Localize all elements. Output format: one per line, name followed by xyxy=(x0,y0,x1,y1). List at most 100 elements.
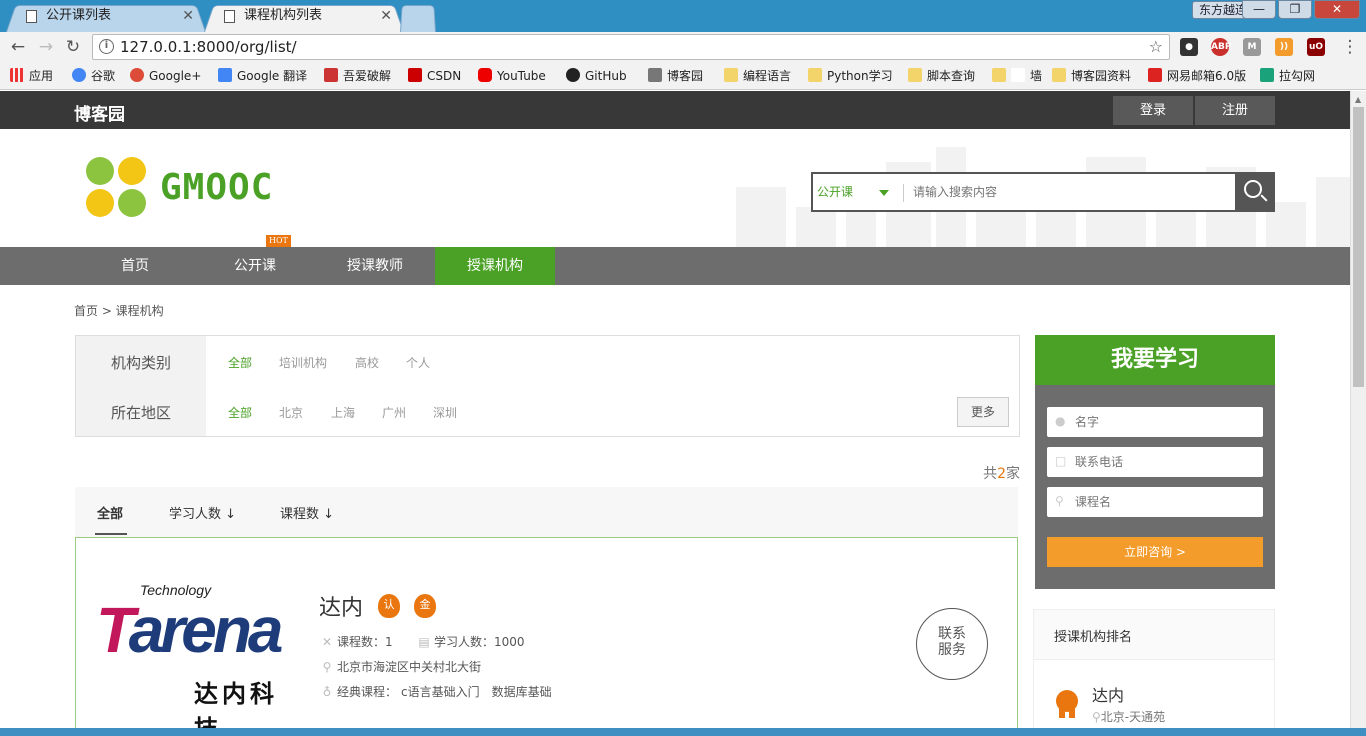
bookmark-folder-cnblogs[interactable]: 博客园资料 xyxy=(1052,68,1131,86)
more-button[interactable]: 更多 xyxy=(957,397,1009,427)
bookmark-github[interactable]: GitHub xyxy=(566,68,627,86)
bookmark-netease-mail[interactable]: 网易邮箱6.0版 xyxy=(1148,68,1246,86)
logo-text[interactable]: GMOOC xyxy=(160,167,273,208)
ranking-org-address: ⚲北京-天通苑 xyxy=(1092,708,1165,725)
bookmark-star-icon[interactable]: ☆ xyxy=(1149,37,1163,56)
search-input[interactable] xyxy=(913,182,1233,202)
rss-extension-icon[interactable]: )) xyxy=(1275,38,1293,56)
contact-line: 服务 xyxy=(938,642,966,658)
gmooc-logo-icon[interactable] xyxy=(86,157,146,217)
sort-by-students[interactable]: 学习人数 ↓ xyxy=(169,503,236,522)
bookmark-folder-python[interactable]: Python学习 xyxy=(808,68,893,86)
bookmark-folder-scripts[interactable]: 脚本查询 xyxy=(908,68,975,86)
consult-now-button[interactable]: 立即咨询 > xyxy=(1047,537,1263,567)
filter-category-individual[interactable]: 个人 xyxy=(406,354,430,371)
tab-org-list[interactable]: 课程机构列表 ✕ xyxy=(204,2,404,32)
bookmark-apps[interactable]: 应用 xyxy=(10,68,53,86)
phone-input[interactable] xyxy=(1075,452,1255,472)
login-button[interactable]: 登录 xyxy=(1113,96,1193,125)
scroll-up-icon[interactable]: ▲ xyxy=(1355,95,1361,104)
bookmark-youtube[interactable]: YouTube xyxy=(478,68,546,86)
course-field[interactable]: ⚲ xyxy=(1047,487,1263,517)
site-header: GMOOC 公开课 xyxy=(0,129,1350,247)
ghost-extension-icon[interactable]: ● xyxy=(1180,38,1198,56)
site-brand[interactable]: 博客园 xyxy=(74,100,125,125)
filter-region-guangzhou[interactable]: 广州 xyxy=(382,404,406,421)
tab-open-courses[interactable]: 公开课列表 ✕ xyxy=(6,2,206,32)
filter-region-all[interactable]: 全部 xyxy=(228,404,252,421)
new-tab-button[interactable] xyxy=(400,2,436,32)
address-bar[interactable]: i 127.0.0.1:8000/org/list/ ☆ xyxy=(92,34,1170,60)
reload-icon[interactable]: ↻ xyxy=(63,37,83,57)
browser-tabstrip: 公开课列表 ✕ 课程机构列表 ✕ 东方越连 — ❐ ✕ xyxy=(0,0,1366,32)
course-count-text: 课程数：1 xyxy=(337,635,393,649)
page-icon xyxy=(26,10,37,23)
search-button[interactable] xyxy=(1235,172,1275,212)
nav-teachers[interactable]: 授课教师 xyxy=(315,247,435,285)
contact-service-button[interactable]: 联系 服务 xyxy=(916,608,988,680)
main-nav: 首页 公开课 授课教师 授课机构 xyxy=(0,247,1350,285)
logo-chinese-text: 达内科技 xyxy=(194,674,298,736)
nav-home[interactable]: 首页 xyxy=(75,247,195,285)
filter-region-shenzhen[interactable]: 深圳 xyxy=(433,404,457,421)
forward-arrow-icon[interactable]: → xyxy=(36,37,56,57)
classic-course-link[interactable]: 数据库基础 xyxy=(492,685,552,699)
bookmark-lagou[interactable]: 拉勾网 xyxy=(1260,68,1315,86)
github-icon xyxy=(566,68,580,82)
blank-icon xyxy=(1011,68,1025,82)
filter-region-beijing[interactable]: 北京 xyxy=(279,404,303,421)
bookmark-label: 拉勾网 xyxy=(1279,69,1315,83)
web-page: 博客园 登录 注册 GMOOC 公开课 请输入搜索内容 HOT 首页 公开课 授… xyxy=(0,91,1350,736)
nav-open-courses[interactable]: 公开课 xyxy=(195,247,315,285)
folder-icon xyxy=(724,68,738,82)
page-scrollbar[interactable]: ▲ xyxy=(1350,91,1366,736)
sort-all[interactable]: 全部 xyxy=(97,503,123,522)
nav-orgs[interactable]: 授课机构 xyxy=(435,247,555,285)
scroll-thumb[interactable] xyxy=(1353,107,1364,387)
phone-field[interactable]: □ xyxy=(1047,447,1263,477)
filter-region-shanghai[interactable]: 上海 xyxy=(331,404,355,421)
logo-brand-initial: T xyxy=(96,594,129,666)
filter-category-training[interactable]: 培训机构 xyxy=(279,354,327,371)
bookmark-csdn[interactable]: CSDN xyxy=(408,68,461,86)
bookmark-google-plus[interactable]: Google+ xyxy=(130,68,201,86)
menu-icon[interactable]: ⋮ xyxy=(1340,37,1360,57)
bookmark-52pojie[interactable]: 吾爱破解 xyxy=(324,68,391,86)
minimize-icon[interactable]: — xyxy=(1242,0,1276,19)
bookmark-google-translate[interactable]: Google 翻译 xyxy=(218,68,307,86)
netease-icon xyxy=(1148,68,1162,82)
register-button[interactable]: 注册 xyxy=(1195,96,1275,125)
document-icon: ▤ xyxy=(418,635,430,649)
ranking-org-name[interactable]: 达内 xyxy=(1092,682,1124,706)
gmail-extension-icon[interactable]: M xyxy=(1243,38,1261,56)
org-logo[interactable]: Technology Tarena 达内科技 xyxy=(96,582,298,706)
site-topbar: 博客园 登录 注册 xyxy=(0,91,1350,129)
filter-label-category: 机构类别 xyxy=(76,352,206,373)
tab-shape xyxy=(400,5,436,32)
caret-down-icon[interactable] xyxy=(879,190,889,196)
maximize-icon[interactable]: ❐ xyxy=(1278,0,1312,19)
name-input[interactable] xyxy=(1075,412,1255,432)
bookmark-folder-languages[interactable]: 编程语言 xyxy=(724,68,791,86)
name-field[interactable]: ● xyxy=(1047,407,1263,437)
org-name[interactable]: 达内 xyxy=(319,590,363,622)
bookmark-google[interactable]: 谷歌 xyxy=(72,68,115,86)
ublock-extension-icon[interactable]: uO xyxy=(1307,38,1325,56)
search-category-select[interactable]: 公开课 xyxy=(817,183,853,200)
adblock-extension-icon[interactable]: ABP xyxy=(1211,38,1229,56)
sort-by-courses[interactable]: 课程数 ↓ xyxy=(280,503,334,522)
tab-close-icon[interactable]: ✕ xyxy=(182,2,194,30)
classic-course-link[interactable]: c语言基础入门 xyxy=(401,685,480,699)
bookmark-folder-wall[interactable]: 墙 xyxy=(992,68,1042,86)
bookmark-label: 墙 xyxy=(1030,69,1042,83)
course-input[interactable] xyxy=(1075,492,1255,512)
close-window-icon[interactable]: ✕ xyxy=(1314,0,1360,19)
back-arrow-icon[interactable]: ← xyxy=(8,37,28,57)
contact-line: 联系 xyxy=(938,626,966,642)
tab-close-icon[interactable]: ✕ xyxy=(380,2,392,30)
bookmark-cnblogs[interactable]: 博客园 xyxy=(648,68,703,86)
filter-category-university[interactable]: 高校 xyxy=(355,354,379,371)
bookmark-label: YouTube xyxy=(497,69,546,83)
filter-category-all[interactable]: 全部 xyxy=(228,354,252,371)
info-icon[interactable]: i xyxy=(99,39,114,54)
